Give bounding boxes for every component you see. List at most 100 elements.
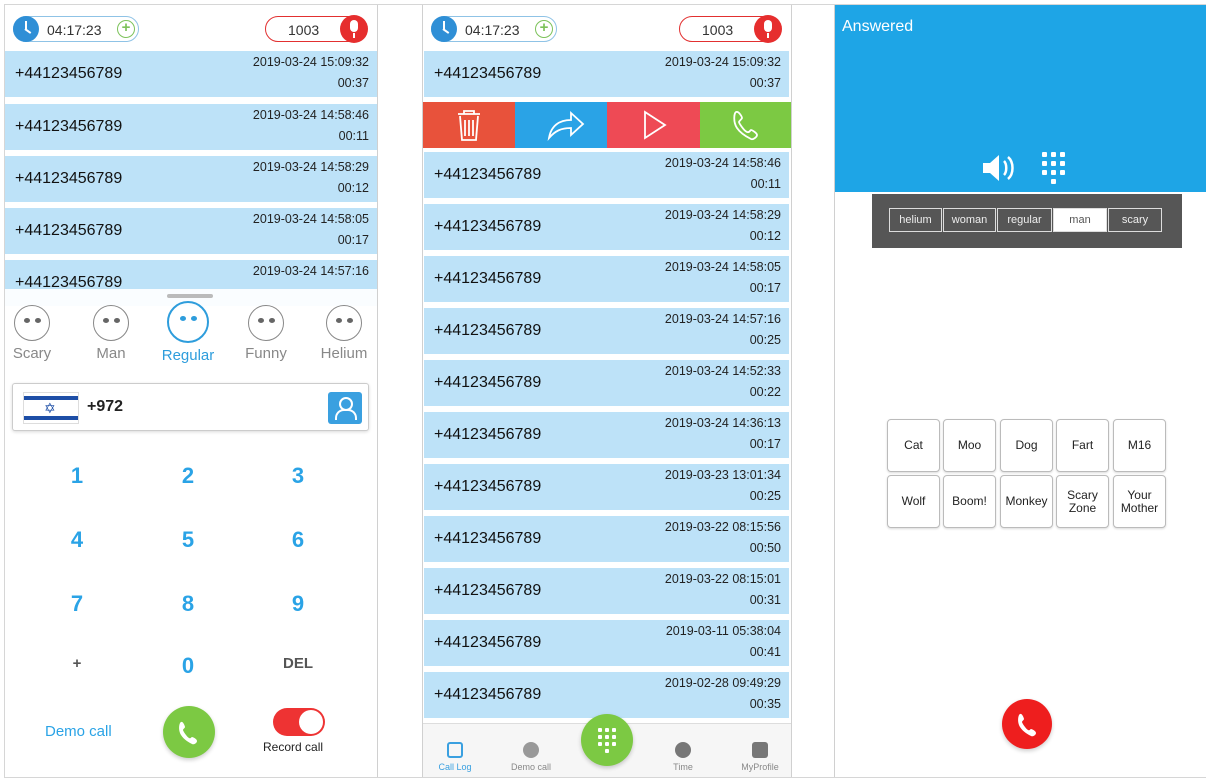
add-time-icon[interactable]: + (535, 20, 553, 38)
call-duration: 00:22 (749, 385, 781, 399)
call-log-row[interactable]: +44123456789 2019-03-24 14:58:29 00:12 (5, 156, 377, 202)
key-8[interactable]: 8 (168, 591, 208, 617)
keypad-icon[interactable] (1039, 149, 1069, 187)
play-action[interactable] (607, 102, 700, 148)
key-9[interactable]: 9 (278, 591, 318, 617)
call-log-row[interactable]: +44123456789 2019-03-22 08:15:56 00:50 (424, 516, 789, 562)
call-log-row[interactable]: +44123456789 2019-03-24 14:57:16 00:25 (424, 308, 789, 354)
clock-icon (431, 16, 457, 42)
sound-cat-button[interactable]: Cat (887, 419, 940, 472)
contacts-icon[interactable] (328, 392, 362, 424)
sound-monkey-button[interactable]: Monkey (1000, 475, 1053, 528)
regular-face-icon (167, 301, 209, 343)
key-0[interactable]: 0 (168, 653, 208, 679)
key-7[interactable]: 7 (57, 591, 97, 617)
voice-option-helium[interactable]: Helium (307, 305, 377, 362)
voice-woman-button[interactable]: woman (943, 208, 996, 232)
voice-option-funny[interactable]: Funny (229, 305, 303, 362)
country-code[interactable]: +972 (87, 398, 123, 416)
call-duration: 00:17 (749, 437, 781, 451)
call-log-row[interactable]: +44123456789 2019-02-28 09:49:29 00:35 (424, 672, 789, 718)
top-bar: 04:17:23 + 1003 (423, 5, 791, 51)
record-call-toggle[interactable] (273, 708, 325, 736)
call-log-row[interactable]: +44123456789 2019-03-24 15:09:32 00:37 (424, 51, 789, 97)
key-2[interactable]: 2 (168, 463, 208, 489)
israel-flag-icon[interactable]: ✡ (23, 392, 79, 424)
call-log-row[interactable]: +44123456789 2019-03-24 14:58:29 00:12 (424, 204, 789, 250)
balance-time-pill[interactable]: 04:17:23 + (13, 16, 139, 42)
call-back-action[interactable] (700, 102, 791, 148)
phone-icon (179, 721, 197, 745)
play-icon (644, 110, 667, 140)
balance-time-pill[interactable]: 04:17:23 + (431, 16, 557, 42)
call-duration: 00:12 (337, 181, 369, 195)
credits-pill[interactable]: 1003 (679, 15, 782, 43)
tab-my-profile[interactable]: MyProfile (730, 742, 790, 772)
forward-action[interactable] (515, 102, 607, 148)
sound-dog-button[interactable]: Dog (1000, 419, 1053, 472)
credits-pill[interactable]: 1003 (265, 15, 368, 43)
tab-call-log[interactable]: Call Log (425, 742, 485, 772)
sound-boom-button[interactable]: Boom! (943, 475, 996, 528)
voice-regular-button[interactable]: regular (997, 208, 1052, 232)
speaker-icon[interactable] (979, 151, 1019, 185)
in-call-panel: Answered helium woman regular man scary … (834, 5, 1206, 777)
drag-handle[interactable] (167, 294, 213, 298)
sound-wolf-button[interactable]: Wolf (887, 475, 940, 528)
key-6[interactable]: 6 (278, 527, 318, 553)
phone-number: +44123456789 (434, 634, 542, 651)
voice-option-man[interactable]: Man (74, 305, 148, 362)
call-log-row[interactable]: +44123456789 2019-03-23 13:01:34 00:25 (424, 464, 789, 510)
call-duration: 00:25 (749, 333, 781, 347)
voice-helium-button[interactable]: helium (889, 208, 942, 232)
key-4[interactable]: 4 (57, 527, 97, 553)
call-duration: 00:50 (749, 541, 781, 555)
call-log-row[interactable]: +44123456789 2019-03-24 14:52:33 00:22 (424, 360, 789, 406)
key-5[interactable]: 5 (168, 527, 208, 553)
gear-icon (752, 742, 768, 758)
voice-label: Funny (245, 345, 287, 362)
tab-demo-call[interactable]: Demo call (501, 742, 561, 772)
call-datetime: 2019-03-24 14:52:33 (664, 364, 781, 378)
call-log-row[interactable]: +44123456789 2019-03-24 14:36:13 00:17 (424, 412, 789, 458)
phone-number: +44123456789 (434, 166, 542, 183)
voice-option-scary[interactable]: Scary (5, 305, 69, 362)
call-datetime: 2019-03-24 15:09:32 (664, 55, 781, 69)
call-duration: 00:25 (749, 489, 781, 503)
credits-value: 1003 (288, 22, 320, 38)
add-time-icon[interactable]: + (117, 20, 135, 38)
call-datetime: 2019-02-28 09:49:29 (664, 676, 781, 690)
call-datetime: 2019-03-11 05:38:04 (665, 624, 781, 638)
call-log-row[interactable]: +44123456789 2019-03-24 14:58:05 00:17 (5, 208, 377, 254)
end-call-button[interactable] (1002, 699, 1052, 749)
call-log-row[interactable]: +44123456789 2019-03-24 15:09:32 00:37 (5, 51, 377, 97)
call-datetime: 2019-03-24 14:36:13 (664, 416, 781, 430)
demo-call-link[interactable]: Demo call (45, 723, 112, 740)
call-log-row[interactable]: +44123456789 2019-03-11 05:38:04 00:41 (424, 620, 789, 666)
call-log-row[interactable]: +44123456789 2019-03-24 14:58:05 00:17 (424, 256, 789, 302)
key-1[interactable]: 1 (57, 463, 97, 489)
voice-changer-bar: helium woman regular man scary (872, 194, 1182, 248)
credits-value: 1003 (702, 22, 734, 38)
delete-key[interactable]: DEL (278, 655, 318, 672)
sound-moo-button[interactable]: Moo (943, 419, 996, 472)
sound-scary-zone-button[interactable]: Scary Zone (1056, 475, 1109, 528)
call-log-row[interactable]: +44123456789 2019-03-24 14:58:46 00:11 (5, 104, 377, 150)
call-button[interactable] (163, 706, 215, 758)
phone-input-bar[interactable]: ✡ +972 (12, 383, 369, 431)
voice-man-button[interactable]: man (1053, 208, 1107, 232)
call-log-row[interactable]: +44123456789 2019-03-22 08:15:01 00:31 (424, 568, 789, 614)
sound-fart-button[interactable]: Fart (1056, 419, 1109, 472)
key-plus[interactable]: + (57, 655, 97, 672)
key-3[interactable]: 3 (278, 463, 318, 489)
sound-m16-button[interactable]: M16 (1113, 419, 1166, 472)
delete-action[interactable] (423, 102, 515, 148)
phone-number: +44123456789 (434, 478, 542, 495)
remaining-time: 04:17:23 (47, 22, 102, 38)
voice-option-regular[interactable]: Regular (151, 301, 225, 364)
keypad-button[interactable] (581, 714, 633, 766)
tab-time[interactable]: Time (653, 742, 713, 772)
sound-your-mother-button[interactable]: Your Mother (1113, 475, 1166, 528)
call-log-row[interactable]: +44123456789 2019-03-24 14:58:46 00:11 (424, 152, 789, 198)
voice-scary-button[interactable]: scary (1108, 208, 1162, 232)
